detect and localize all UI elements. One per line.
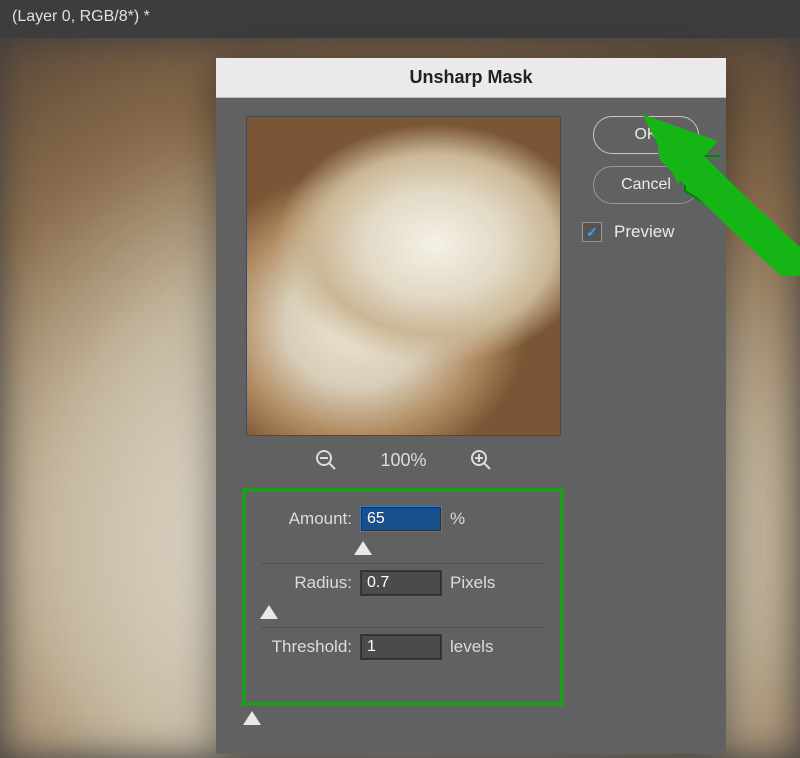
settings-highlight-box: Amount: % Radius: Pixels Threshold: leve… [242,488,564,706]
cancel-button[interactable]: Cancel [593,166,699,204]
filter-preview-image[interactable] [246,116,561,436]
preview-checkbox-row: ✓ Preview [582,222,716,242]
ok-button[interactable]: OK [593,116,699,154]
radius-row: Radius: Pixels [260,570,546,596]
amount-label: Amount: [260,509,352,529]
document-tab-label: (Layer 0, RGB/8*) * [12,8,150,25]
checkmark-icon: ✓ [586,224,598,241]
threshold-slider-handle[interactable] [243,711,261,725]
radius-slider-handle[interactable] [260,605,278,619]
dialog-body: OK Cancel ✓ Preview 100% [216,98,726,754]
preview-checkbox-label: Preview [614,222,674,242]
threshold-slider[interactable] [242,710,564,732]
preview-checkbox[interactable]: ✓ [582,222,602,242]
radius-unit: Pixels [450,573,495,593]
dialog-title: Unsharp Mask [216,58,726,98]
amount-unit: % [450,509,465,529]
radius-slider[interactable] [260,604,546,628]
radius-label: Radius: [260,573,352,593]
zoom-level: 100% [380,450,426,471]
threshold-label: Threshold: [260,637,352,657]
radius-input[interactable] [360,570,442,596]
amount-input[interactable] [360,506,442,532]
threshold-unit: levels [450,637,493,657]
zoom-controls: 100% [246,448,561,472]
amount-row: Amount: % [260,506,546,532]
document-tab[interactable]: (Layer 0, RGB/8*) * [0,0,800,38]
threshold-row: Threshold: levels [260,634,546,660]
amount-slider[interactable] [260,540,546,564]
unsharp-mask-dialog: Unsharp Mask OK Cancel ✓ Preview 100% [216,58,726,754]
dialog-right-panel: OK Cancel ✓ Preview [576,116,716,242]
zoom-in-icon[interactable] [469,448,493,472]
zoom-out-icon[interactable] [314,448,338,472]
threshold-input[interactable] [360,634,442,660]
amount-slider-handle[interactable] [354,541,372,555]
